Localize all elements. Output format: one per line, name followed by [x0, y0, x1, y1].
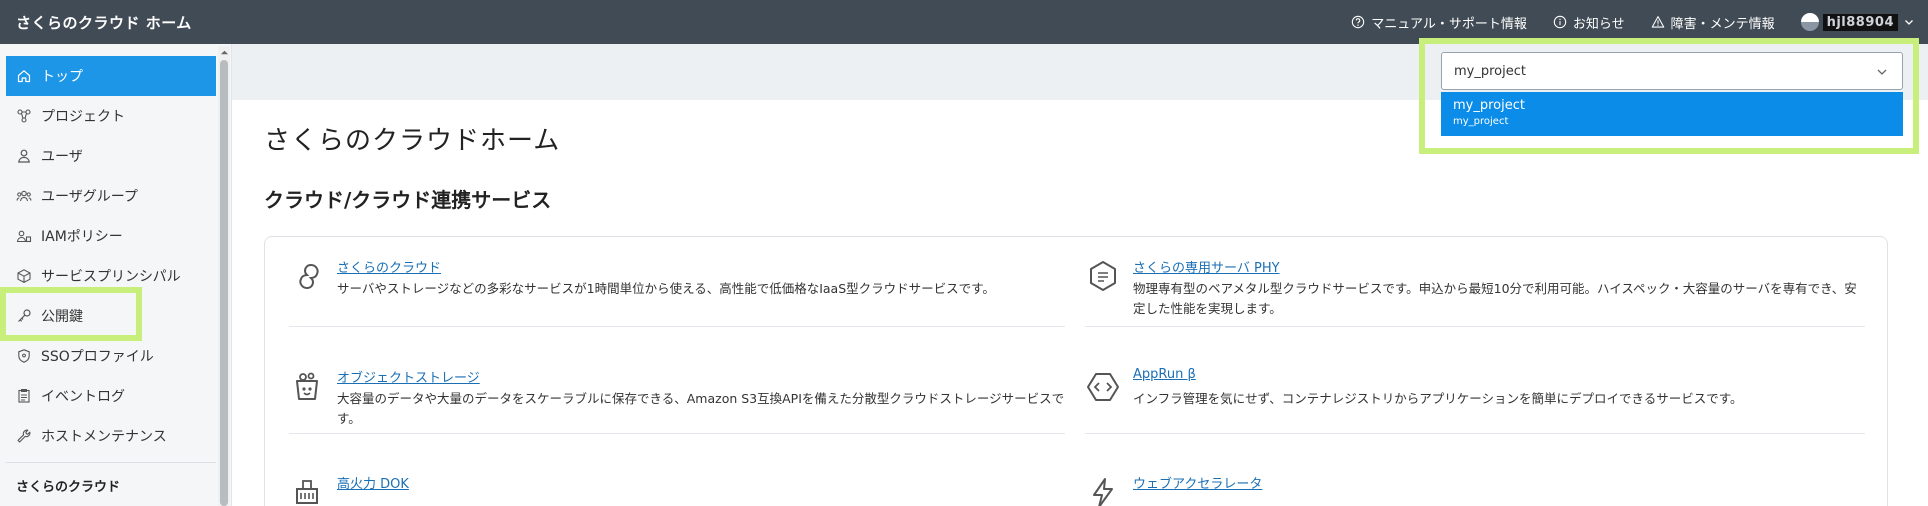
apprun-icon — [1085, 369, 1121, 405]
sidebar-item-label: ユーザ — [41, 149, 83, 165]
chevron-down-icon — [1905, 20, 1913, 25]
avatar — [1800, 13, 1819, 31]
project-option-sub: my_project — [1453, 116, 1509, 127]
sidebar-item-label: IAMポリシー — [41, 229, 123, 245]
incident-maintenance-label: 障害・メンテ情報 — [1670, 16, 1775, 32]
header-actions: マニュアル・サポート情報 お知らせ 障害・メンテ情報 hjl88904 — [1351, 0, 1928, 44]
sidebar-item-project[interactable]: プロジェクト — [6, 96, 216, 136]
project-icon — [16, 108, 32, 124]
sidebar-item-label: サービスプリンシパル — [41, 269, 181, 285]
iam-policy-icon — [16, 228, 32, 244]
manual-support-link[interactable]: マニュアル・サポート情報 — [1351, 13, 1527, 32]
service-title-link[interactable]: さくらの専用サーバ PHY — [1133, 257, 1280, 276]
wrench-icon — [16, 428, 32, 444]
sidebar-item-user-group[interactable]: ユーザグループ — [6, 176, 216, 216]
project-option-name: my_project — [1453, 98, 1525, 113]
sidebar-item-label: ユーザグループ — [41, 189, 138, 205]
app-brand[interactable]: さくらのクラウド ホーム — [0, 12, 192, 33]
user-icon — [16, 148, 32, 164]
home-icon — [16, 68, 32, 84]
sidebar-item-service-principal[interactable]: サービスプリンシパル — [6, 256, 216, 296]
caret-up-icon — [220, 50, 228, 54]
service-title-link[interactable]: さくらのクラウド — [337, 257, 441, 276]
section-title: クラウド/クラウド連携サービス — [264, 188, 552, 212]
sidebar-item-host-maintenance[interactable]: ホストメンテナンス — [6, 416, 216, 456]
object-storage-icon — [289, 369, 325, 405]
service-description: サーバやストレージなどの多彩なサービスが1時間単位から使える、高性能で低価格なI… — [337, 281, 995, 296]
service-description: 物理専有型のベアメタル型クラウドサービスです。申込から最短10分で利用可能。ハイ… — [1133, 281, 1857, 316]
news-link[interactable]: お知らせ — [1553, 13, 1625, 32]
key-icon — [16, 308, 32, 324]
sakura-cloud-icon — [289, 259, 325, 295]
service-title-link[interactable]: 高火力 DOK — [337, 473, 409, 492]
sidebar-item-sso-profile[interactable]: SSOプロファイル — [6, 336, 216, 376]
service-title-link[interactable]: ウェブアクセラレータ — [1133, 473, 1262, 492]
sidebar-item-label: イベントログ — [41, 389, 125, 405]
dedicated-server-icon — [1085, 259, 1121, 295]
news-label: お知らせ — [1572, 16, 1625, 32]
sidebar-item-top[interactable]: トップ — [6, 56, 216, 96]
sidebar-item-label: プロジェクト — [41, 109, 125, 125]
services-card: さくらのクラウド サーバやストレージなどの多彩なサービスが1時間単位から使える、… — [264, 236, 1888, 506]
service-title-link[interactable]: AppRun β — [1133, 367, 1196, 382]
help-circle-icon — [1351, 15, 1365, 29]
sidebar-divider — [6, 462, 216, 463]
project-select-value: my_project — [1454, 63, 1526, 79]
sidebar-nav: トップ プロジェクト ユーザ ユーザグループ IAMポリシー サービスプリンシパ… — [6, 56, 216, 506]
chevron-down-icon — [1877, 69, 1887, 75]
sidebar-item-label: トップ — [41, 69, 83, 85]
user-group-icon — [16, 188, 32, 204]
log-icon — [16, 388, 32, 404]
project-select[interactable]: my_project — [1441, 52, 1903, 90]
top-header: さくらのクラウド ホーム マニュアル・サポート情報 お知らせ 障害・メンテ情報 … — [0, 0, 1928, 44]
cube-icon — [16, 268, 32, 284]
row-divider — [1085, 433, 1865, 434]
scroll-up-button[interactable] — [218, 46, 230, 58]
sidebar-item-public-key[interactable]: 公開鍵 — [6, 296, 216, 336]
incident-maintenance-link[interactable]: 障害・メンテ情報 — [1651, 13, 1775, 32]
project-option-my-project[interactable]: my_project my_project — [1441, 92, 1903, 136]
dok-icon — [289, 475, 325, 506]
sidebar-scroll-thumb[interactable] — [220, 60, 228, 506]
row-divider — [1085, 326, 1865, 327]
service-description: 大容量のデータや大量のデータをスケーラブルに保存できる、Amazon S3互換A… — [337, 391, 1065, 426]
service-description: インフラ管理を気にせず、コンテナレジストリからアプリケーションを簡単にデプロイで… — [1133, 391, 1743, 406]
account-menu[interactable]: hjl88904 — [1800, 13, 1914, 31]
sidebar-section-sakura-cloud: さくらのクラウド — [16, 479, 121, 495]
row-divider — [289, 433, 1065, 434]
warning-triangle-icon — [1651, 15, 1665, 29]
page-title: さくらのクラウドホーム — [264, 126, 561, 156]
web-accelerator-icon — [1085, 475, 1121, 506]
sidebar-item-label: ホストメンテナンス — [41, 429, 167, 445]
shield-icon — [16, 348, 32, 364]
sidebar-item-label: SSOプロファイル — [41, 349, 154, 365]
account-id: hjl88904 — [1822, 13, 1898, 31]
sidebar-item-user[interactable]: ユーザ — [6, 136, 216, 176]
info-circle-icon — [1553, 15, 1567, 29]
manual-support-label: マニュアル・サポート情報 — [1371, 16, 1527, 32]
sidebar-item-label: 公開鍵 — [41, 309, 83, 325]
row-divider — [289, 326, 1065, 327]
sidebar-item-event-log[interactable]: イベントログ — [6, 376, 216, 416]
service-title-link[interactable]: オブジェクトストレージ — [337, 367, 480, 386]
sidebar-item-iam-policy[interactable]: IAMポリシー — [6, 216, 216, 256]
